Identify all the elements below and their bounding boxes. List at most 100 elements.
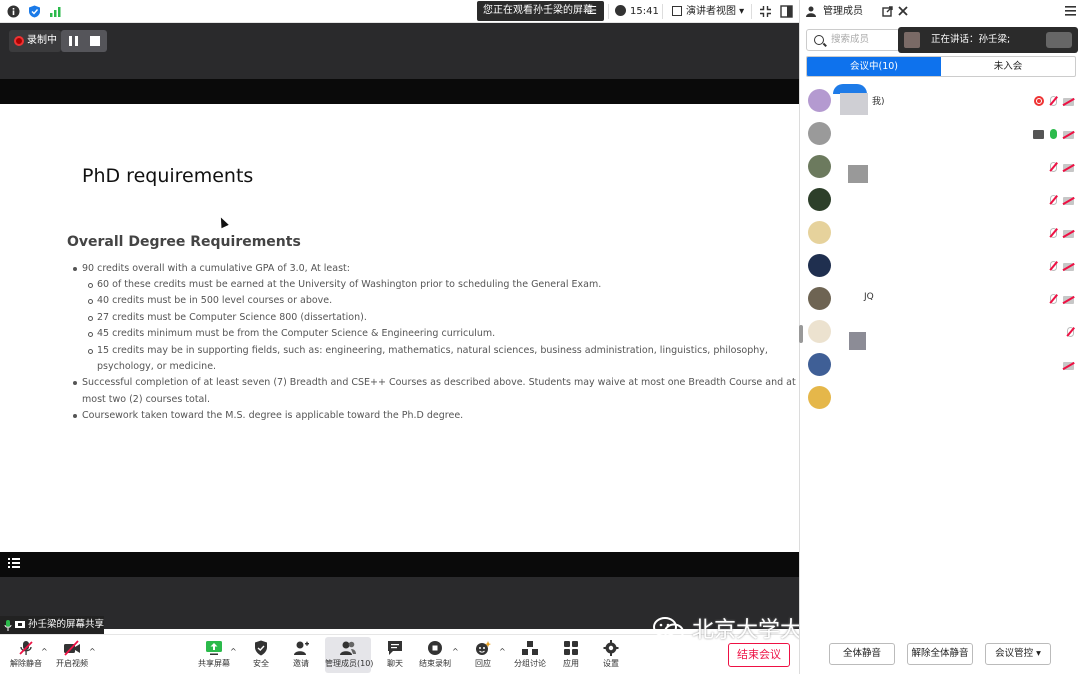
apps-button[interactable]: 应用 <box>549 637 593 673</box>
divider <box>662 4 663 19</box>
stop-record-icon <box>428 641 442 655</box>
speaking-indicator: 正在讲话：孙壬梁; <box>898 27 1078 53</box>
signal-icon[interactable] <box>49 5 62 18</box>
muted-mic-icon <box>1067 327 1074 337</box>
participant-row[interactable] <box>800 315 1080 350</box>
shield-icon[interactable] <box>28 5 41 18</box>
muted-mic-icon <box>1050 228 1057 238</box>
share-screen-icon <box>206 641 222 655</box>
bullet-item: Successful completion of at least seven … <box>73 377 796 388</box>
participant-row[interactable] <box>800 150 1080 183</box>
chevron-up-icon[interactable]: ^ <box>230 647 237 656</box>
meeting-timer: 15:41 <box>615 4 659 19</box>
redacted-name <box>840 93 868 115</box>
participant-row[interactable] <box>800 216 1080 249</box>
settings-button[interactable]: 设置 <box>589 637 633 673</box>
end-recording-button[interactable]: 结束录制 <box>413 637 457 673</box>
video-off-icon <box>1063 296 1074 304</box>
video-off-icon <box>64 640 80 656</box>
participant-status <box>1044 294 1074 304</box>
participant-status <box>1044 228 1074 238</box>
view-mode-label: 演讲者视图 <box>686 6 736 17</box>
participants-label: 管理成员(10) <box>325 659 374 668</box>
screen-share-label: 孙壬梁的屏幕共享 <box>0 616 104 634</box>
breakout-rooms-button[interactable]: 分组讨论 <box>508 637 552 673</box>
member-tabs: 会议中(10) 未入会 <box>806 56 1076 77</box>
participant-status <box>1044 195 1074 205</box>
info-icon[interactable] <box>7 5 20 18</box>
avatar <box>808 188 831 211</box>
participant-row[interactable] <box>800 381 1080 414</box>
video-off-icon <box>1063 230 1074 238</box>
participants-button[interactable]: 管理成员(10) <box>325 637 374 673</box>
invite-button[interactable]: 邀请 <box>279 637 323 673</box>
participant-row[interactable]: JQ <box>800 282 1080 315</box>
side-panel-icon[interactable] <box>780 5 793 18</box>
menu-icon[interactable] <box>1065 5 1076 17</box>
close-icon[interactable] <box>898 6 908 16</box>
shared-screen: PhD requirements Overall Degree Requirem… <box>0 104 799 552</box>
participant-status <box>1044 261 1074 271</box>
meeting-time: 15:41 <box>630 6 659 17</box>
avatar <box>808 353 831 376</box>
search-icon <box>814 35 824 45</box>
microphone-icon <box>4 620 12 631</box>
participant-row[interactable] <box>800 348 1080 381</box>
avatar <box>808 155 831 178</box>
end-meeting-button[interactable]: 结束会议 <box>728 643 790 667</box>
muted-mic-icon <box>1050 261 1057 271</box>
member-search-input[interactable]: 搜索成员 <box>806 29 900 51</box>
stop-icon[interactable] <box>90 36 100 46</box>
menu-lines-icon[interactable]: ☰ <box>587 1 597 21</box>
speaker-avatar <box>904 32 920 48</box>
list-icon[interactable] <box>7 556 21 570</box>
participants-icon <box>340 641 356 655</box>
screen-icon <box>15 621 25 628</box>
chevron-up-icon[interactable]: ^ <box>499 647 506 656</box>
apps-icon <box>564 641 578 655</box>
sub-bullet-item: 60 of these credits must be earned at th… <box>87 279 602 290</box>
chevron-down-icon: ▾ <box>1036 648 1041 659</box>
recording-controls <box>61 30 107 52</box>
viewing-screen-banner[interactable]: 您正在观看孙壬梁的屏幕 ☰ <box>477 1 604 21</box>
record-icon <box>14 36 24 46</box>
bullet-item: 90 credits overall with a cumulative GPA… <box>73 263 350 274</box>
security-button[interactable]: 安全 <box>239 637 283 673</box>
avatar <box>808 221 831 244</box>
unmute-all-button[interactable]: 解除全体静音 <box>907 643 973 665</box>
video-off-icon <box>1063 362 1074 370</box>
muted-mic-icon <box>1050 162 1057 172</box>
panel-header: 管理成员 <box>800 0 1080 23</box>
view-mode-dropdown[interactable]: 演讲者视图 ▾ <box>672 4 744 19</box>
chevron-up-icon[interactable]: ^ <box>41 647 48 656</box>
start-video-button[interactable]: 开启视频 <box>50 637 94 673</box>
chevron-up-icon[interactable]: ^ <box>89 647 96 656</box>
speaker-thumbnail <box>1046 32 1072 48</box>
record-icon <box>1034 96 1044 106</box>
slide-heading: Overall Degree Requirements <box>67 234 301 250</box>
letterbox-top <box>0 79 799 104</box>
exit-fullscreen-icon[interactable] <box>759 5 772 18</box>
participant-row[interactable] <box>800 183 1080 216</box>
avatar <box>808 254 831 277</box>
chat-button[interactable]: 聊天 <box>373 637 417 673</box>
muted-mic-icon <box>19 641 33 655</box>
bullet-continuation: most two (2) courses total. <box>82 394 211 405</box>
screen-share-icon <box>1033 130 1044 139</box>
mute-all-button[interactable]: 全体静音 <box>829 643 895 665</box>
tab-in-meeting[interactable]: 会议中(10) <box>807 57 941 76</box>
pause-icon[interactable] <box>69 36 78 46</box>
wechat-logo-icon <box>653 617 684 641</box>
participant-name: JQ <box>864 292 874 302</box>
meeting-control-dropdown[interactable]: 会议管控 ▾ <box>985 643 1051 665</box>
panel-title: 管理成员 <box>823 6 863 17</box>
participant-row[interactable] <box>800 249 1080 282</box>
participant-row[interactable] <box>800 117 1080 150</box>
video-off-icon <box>1063 131 1074 139</box>
pop-out-icon[interactable] <box>882 6 893 17</box>
participant-row[interactable]: 我) <box>800 84 1080 117</box>
chevron-up-icon[interactable]: ^ <box>452 647 459 656</box>
letterbox-bottom <box>0 552 799 577</box>
muted-mic-icon <box>1050 195 1057 205</box>
tab-not-joined[interactable]: 未入会 <box>941 57 1075 76</box>
